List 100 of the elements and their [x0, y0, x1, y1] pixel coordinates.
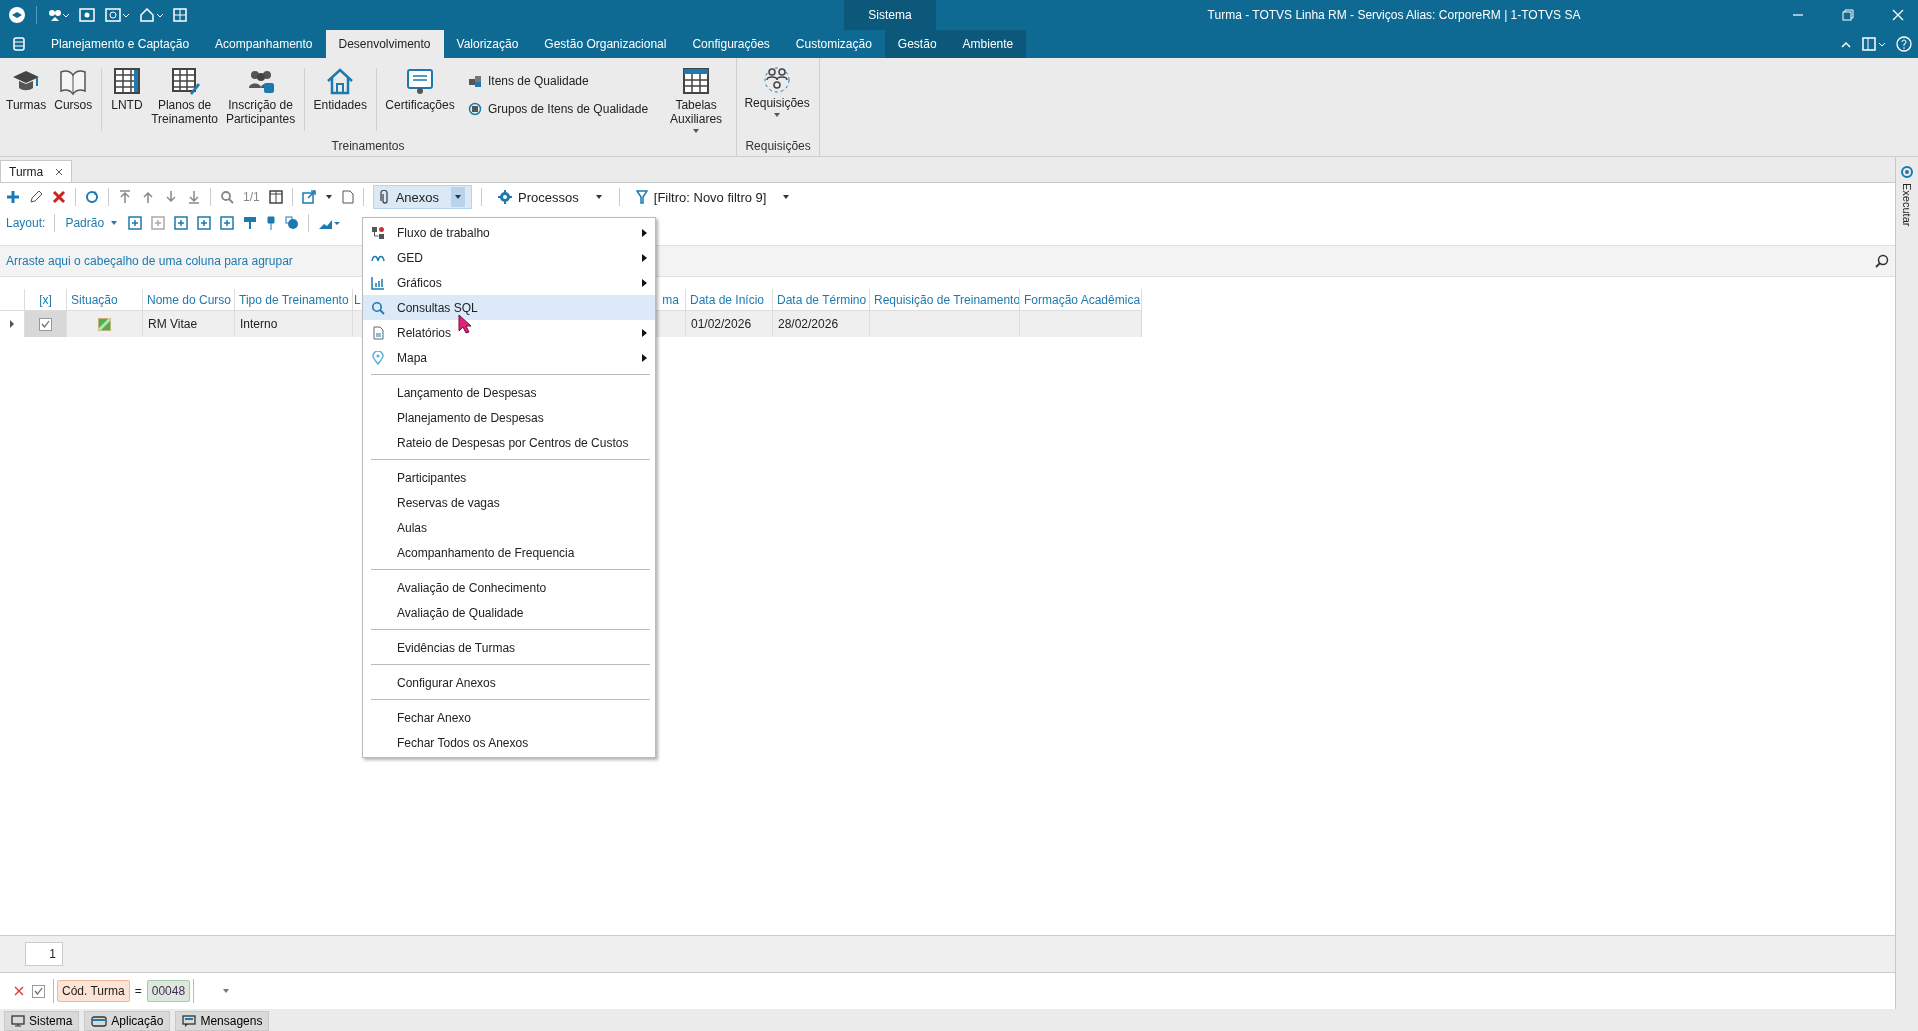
processes-button[interactable]: Processos: [491, 185, 610, 209]
menu-item[interactable]: Acompanhamento de Frequencia: [363, 540, 655, 565]
menu-item[interactable]: Lançamento de Despesas: [363, 380, 655, 405]
table-icon[interactable]: [681, 66, 712, 96]
status-tab[interactable]: Sistema: [4, 1011, 80, 1031]
ribbon-tab[interactable]: Configurações: [679, 30, 783, 58]
table-cell: 01/02/2026: [686, 311, 773, 337]
delete-icon[interactable]: [52, 190, 66, 204]
arrow-bar-icon[interactable]: [118, 190, 132, 204]
caret-icon[interactable]: [454, 194, 463, 200]
menu-item[interactable]: Aulas: [363, 515, 655, 540]
collapse-icon[interactable]: [1840, 39, 1852, 49]
side-panel-tab[interactable]: Executar: [1901, 183, 1913, 227]
menu-item[interactable]: Configurar Anexos: [363, 670, 655, 695]
menu-item[interactable]: Planejamento de Despesas: [363, 405, 655, 430]
caret-icon[interactable]: [324, 194, 333, 200]
caret-icon[interactable]: [773, 112, 782, 118]
arrow-icon[interactable]: [141, 190, 155, 204]
shapes-icon[interactable]: [285, 216, 300, 230]
check-icon: [41, 320, 50, 328]
status-tab[interactable]: Mensagens: [175, 1011, 270, 1031]
home-icon[interactable]: [139, 8, 163, 22]
menu-item[interactable]: Avaliação de Qualidade: [363, 600, 655, 625]
filter-checkbox[interactable]: [32, 984, 45, 998]
menu-item[interactable]: Gráficos: [363, 270, 655, 295]
layout-label: Layout:: [6, 216, 46, 230]
filter-field[interactable]: Cód. Turma: [57, 980, 130, 1002]
ribbon-button[interactable]: Turmas: [4, 64, 49, 139]
group-by-hint: Arraste aqui o cabeçalho de uma coluna para agrupar: [6, 254, 293, 268]
ribbon-button[interactable]: Itens de Qualidade: [465, 72, 651, 90]
arrow-bar-icon[interactable]: [187, 190, 201, 204]
ribbon-button[interactable]: Grupos de Itens de Qualidade: [465, 100, 651, 118]
table-icon[interactable]: [111, 66, 142, 96]
ribbon-button[interactable]: LNTD: [109, 64, 145, 139]
row-count: 1: [25, 942, 63, 966]
submenu-arrow-icon: [642, 253, 647, 262]
ribbon-button[interactable]: Entidades: [311, 64, 369, 139]
export-icon[interactable]: [301, 190, 316, 204]
monitor-icon: [11, 1015, 25, 1027]
menu-item[interactable]: Avaliação de Conhecimento: [363, 575, 655, 600]
layout-dropdown[interactable]: Padrão: [64, 211, 120, 235]
status-tab[interactable]: Aplicação: [84, 1011, 171, 1031]
menu-item[interactable]: Participantes: [363, 465, 655, 490]
certificate-icon[interactable]: [404, 66, 435, 96]
ribbon-tab[interactable]: Desenvolvimento: [325, 30, 444, 58]
ribbon-tab[interactable]: Gestão Organizacional: [531, 30, 680, 58]
caret-icon[interactable]: [782, 194, 791, 200]
caret-icon[interactable]: [594, 194, 603, 200]
caret-icon[interactable]: [692, 128, 701, 134]
paint-roller-icon[interactable]: [243, 216, 258, 230]
menu-item[interactable]: GED: [363, 245, 655, 270]
menu-item[interactable]: Fechar Todos os Anexos: [363, 730, 655, 755]
columns-icon[interactable]: [268, 190, 283, 204]
ribbon-tab[interactable]: Customização: [782, 30, 885, 58]
menu-item[interactable]: Rateio de Despesas por Centros de Custos: [363, 430, 655, 455]
pin-icon[interactable]: [266, 216, 277, 230]
layout-icon[interactable]: [1862, 37, 1886, 51]
logo-icon[interactable]: [8, 6, 26, 24]
ribbon-button[interactable]: Cursos: [52, 64, 95, 139]
document-tab[interactable]: Turma: [0, 160, 73, 182]
document-icon[interactable]: [341, 190, 354, 204]
menu-item[interactable]: Fechar Anexo: [363, 705, 655, 730]
pencil-icon[interactable]: [29, 190, 43, 204]
grid-icon[interactable]: [173, 8, 187, 22]
add-row-icon[interactable]: [128, 216, 143, 230]
ribbon-tab[interactable]: Planejamento e Captação: [38, 30, 203, 58]
boxes-icon[interactable]: [467, 74, 482, 88]
menu-icon[interactable]: [13, 37, 25, 51]
ribbon-button[interactable]: Inscrição de Participantes: [224, 64, 297, 139]
ribbon-tab[interactable]: Gestão: [884, 30, 950, 58]
bar-chart-icon: [371, 275, 385, 290]
filter-button[interactable]: [Filtro: Novo filtro 9]: [628, 185, 798, 209]
menu-item[interactable]: Fluxo de trabalho: [363, 220, 655, 245]
ribbon-button[interactable]: Planos de Treinamento: [148, 64, 221, 139]
arrow-icon[interactable]: [164, 190, 178, 204]
expand-arrow-icon[interactable]: [9, 320, 15, 328]
ribbon-tab[interactable]: Valorização: [443, 30, 532, 58]
add-icon[interactable]: [6, 190, 20, 204]
filter-operator[interactable]: =: [134, 984, 142, 998]
row-checkbox[interactable]: [39, 317, 52, 331]
menu-item[interactable]: Reservas de vagas: [363, 490, 655, 515]
ribbon-button[interactable]: Requisições: [741, 64, 814, 139]
app-group-label: Sistema: [868, 8, 912, 22]
help-icon[interactable]: [1896, 36, 1912, 52]
restore-icon[interactable]: [1842, 9, 1854, 21]
check-icon: [34, 987, 43, 995]
menu-item[interactable]: Evidências de Turmas: [363, 635, 655, 660]
menu-item[interactable]: Relatórios: [363, 320, 655, 345]
clear-filter-icon[interactable]: [14, 986, 24, 996]
attachments-button[interactable]: Anexos: [372, 185, 473, 209]
ribbon-button[interactable]: Tabelas Auxiliares: [660, 64, 733, 139]
ribbon-button[interactable]: Certificações: [383, 64, 456, 139]
menu-item[interactable]: Mapa: [363, 345, 655, 370]
filter-value[interactable]: 00048: [146, 980, 191, 1002]
ribbon-tab[interactable]: Ambiente: [949, 30, 1027, 58]
menu-item[interactable]: Consultas SQL: [363, 295, 655, 320]
ribbon-tab[interactable]: Acompanhamento: [202, 30, 326, 58]
search-icon[interactable]: [1875, 254, 1889, 268]
close-icon[interactable]: [55, 167, 64, 176]
people-network-icon[interactable]: [762, 64, 793, 94]
